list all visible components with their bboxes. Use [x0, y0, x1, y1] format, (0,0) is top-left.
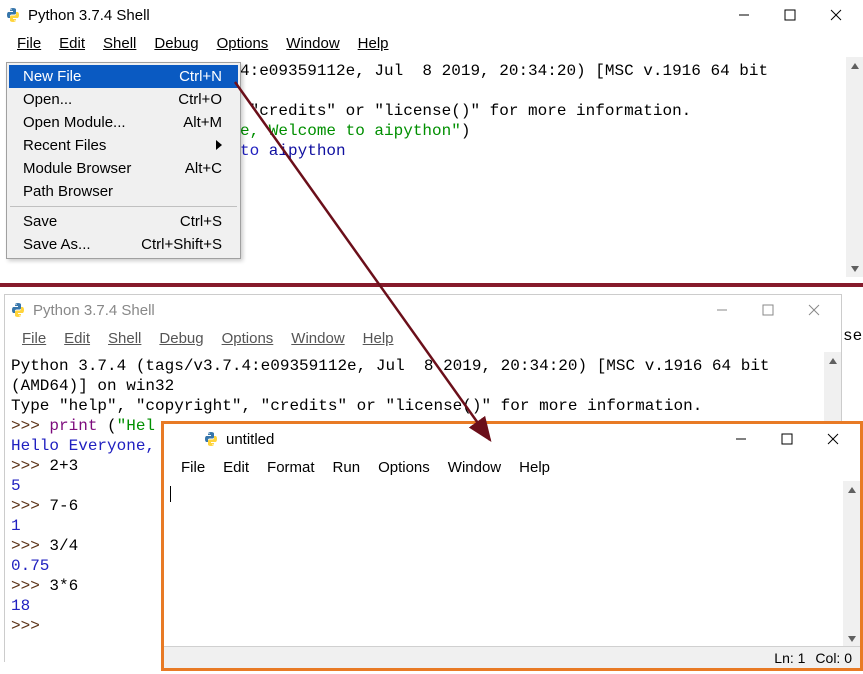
statusbar: Ln: 1 Col: 0	[164, 646, 860, 668]
menubar: File Edit Shell Debug Options Window Hel…	[5, 325, 841, 352]
menu-file[interactable]: File	[8, 33, 50, 54]
window-controls	[699, 295, 837, 325]
text-cursor	[170, 486, 171, 502]
code-line: (AMD64)] on win32	[11, 376, 835, 396]
menu-item-open-module[interactable]: Open Module... Alt+M	[9, 111, 238, 134]
titlebar: Python 3.7.4 Shell	[5, 295, 841, 325]
minimize-button[interactable]	[699, 295, 745, 325]
menu-item-path-browser[interactable]: Path Browser	[9, 180, 238, 203]
titlebar: Python 3.7.4 Shell	[0, 0, 863, 30]
minimize-button[interactable]	[721, 0, 767, 30]
menu-item-save[interactable]: Save Ctrl+S	[9, 210, 238, 233]
menu-debug[interactable]: Debug	[145, 33, 207, 54]
menu-help[interactable]: Help	[349, 33, 398, 54]
menu-shell[interactable]: Shell	[99, 328, 150, 349]
menu-edit[interactable]: Edit	[55, 328, 99, 349]
menu-help[interactable]: Help	[354, 328, 403, 349]
editor-content[interactable]	[164, 481, 860, 647]
window-title: Python 3.7.4 Shell	[28, 7, 721, 24]
menubar: File Edit Shell Debug Options Window Hel…	[0, 30, 863, 57]
menu-options[interactable]: Options	[213, 328, 283, 349]
python-icon	[9, 301, 27, 319]
scroll-down-icon[interactable]	[843, 630, 860, 647]
close-button[interactable]	[810, 424, 856, 454]
close-button[interactable]	[791, 295, 837, 325]
menu-help[interactable]: Help	[510, 457, 559, 478]
scrollbar[interactable]	[846, 57, 863, 277]
menu-edit[interactable]: Edit	[50, 33, 94, 54]
menubar: File Edit Format Run Options Window Help	[164, 454, 860, 481]
status-col: Col: 0	[815, 650, 852, 666]
menu-window[interactable]: Window	[277, 33, 348, 54]
menu-debug[interactable]: Debug	[150, 328, 212, 349]
window-controls	[721, 0, 859, 30]
shell-window-1: Python 3.7.4 Shell File Edit Shell Debug…	[0, 0, 863, 278]
editor-window: untitled File Edit Format Run Options Wi…	[161, 421, 863, 671]
maximize-button[interactable]	[745, 295, 791, 325]
menu-file[interactable]: File	[172, 457, 214, 478]
menu-shell[interactable]: Shell	[94, 33, 145, 54]
code-line: Python 3.7.4 (tags/v3.7.4:e09359112e, Ju…	[11, 356, 835, 376]
maximize-button[interactable]	[764, 424, 810, 454]
menu-file[interactable]: File	[13, 328, 55, 349]
close-button[interactable]	[813, 0, 859, 30]
menu-options[interactable]: Options	[208, 33, 278, 54]
python-icon	[4, 6, 22, 24]
partial-text: ser	[843, 327, 863, 345]
minimize-button[interactable]	[718, 424, 764, 454]
code-line: Type "help", "copyright", "credits" or "…	[11, 396, 835, 416]
menu-separator	[10, 206, 237, 207]
window-title: untitled	[226, 431, 718, 448]
menu-item-new-file[interactable]: New File Ctrl+N	[9, 65, 238, 88]
scrollbar[interactable]	[843, 481, 860, 647]
window-controls	[718, 424, 856, 454]
scroll-down-icon[interactable]	[846, 260, 863, 277]
menu-item-save-as[interactable]: Save As... Ctrl+Shift+S	[9, 233, 238, 256]
menu-run[interactable]: Run	[324, 457, 370, 478]
scroll-up-icon[interactable]	[846, 57, 863, 74]
divider	[0, 283, 863, 287]
submenu-arrow-icon	[216, 137, 222, 154]
titlebar: untitled	[164, 424, 860, 454]
menu-window[interactable]: Window	[439, 457, 510, 478]
file-menu-dropdown: New File Ctrl+N Open... Ctrl+O Open Modu…	[6, 62, 241, 259]
status-ln: Ln: 1	[774, 650, 805, 666]
menu-edit[interactable]: Edit	[214, 457, 258, 478]
scroll-up-icon[interactable]	[843, 481, 860, 498]
menu-options[interactable]: Options	[369, 457, 439, 478]
menu-window[interactable]: Window	[282, 328, 353, 349]
menu-item-recent-files[interactable]: Recent Files	[9, 134, 238, 157]
menu-item-open[interactable]: Open... Ctrl+O	[9, 88, 238, 111]
window-title: Python 3.7.4 Shell	[33, 302, 699, 319]
menu-format[interactable]: Format	[258, 457, 324, 478]
scroll-up-icon[interactable]	[824, 352, 841, 369]
maximize-button[interactable]	[767, 0, 813, 30]
menu-item-module-browser[interactable]: Module Browser Alt+C	[9, 157, 238, 180]
python-icon	[202, 430, 220, 448]
